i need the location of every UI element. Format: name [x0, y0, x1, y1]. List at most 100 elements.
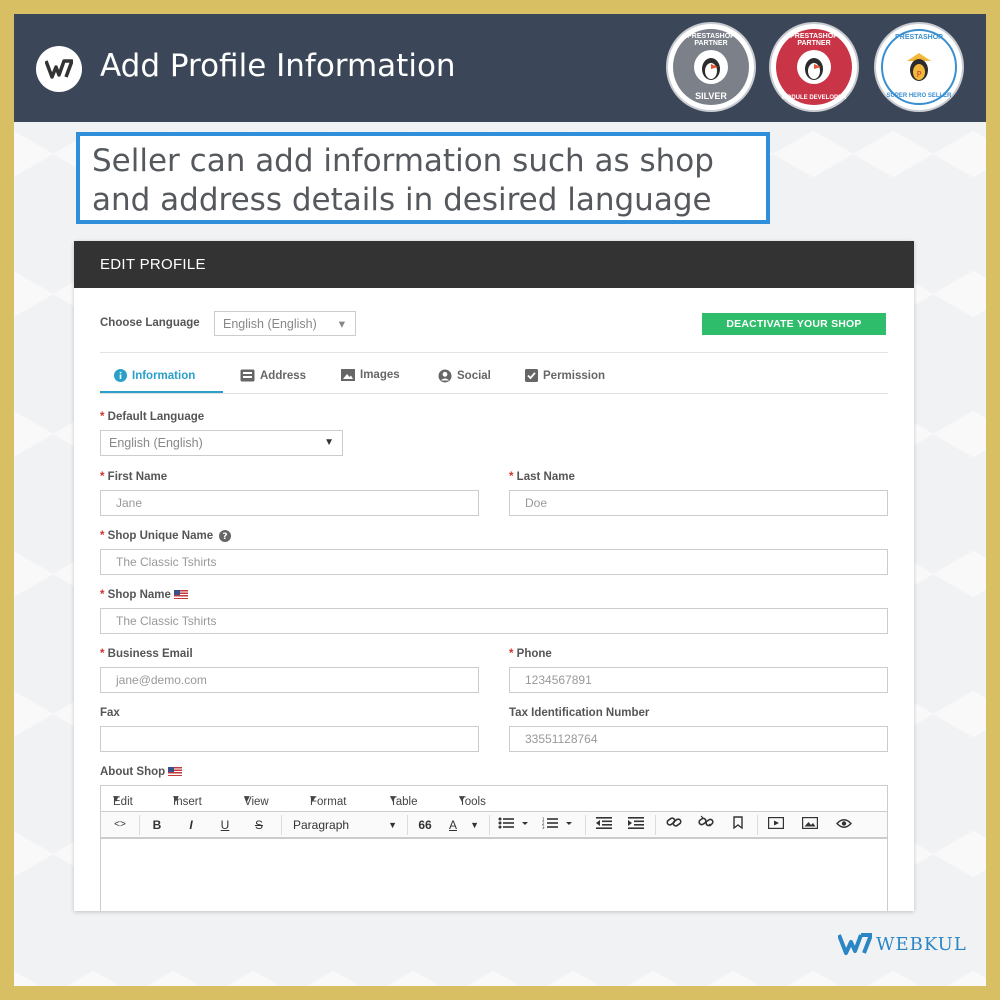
- blockquote-button[interactable]: 66: [413, 815, 437, 835]
- menu-tools[interactable]: Tools ▾: [459, 791, 486, 808]
- first-name-input[interactable]: Jane: [100, 490, 479, 516]
- paragraph-select[interactable]: Paragraph ▼: [287, 815, 401, 835]
- deactivate-shop-button[interactable]: DEACTIVATE YOUR SHOP: [702, 313, 886, 335]
- default-language-select[interactable]: English (English) ▼: [100, 430, 343, 456]
- numbered-list-icon: 123: [542, 817, 572, 830]
- bookmark-icon: [733, 816, 743, 830]
- insert-link-button[interactable]: [661, 815, 687, 835]
- unlink-icon: [698, 815, 714, 827]
- module-developer-badge: PRESTASHOP PARTNER MODULE DEVELOPER: [769, 22, 859, 112]
- business-email-input[interactable]: jane@demo.com: [100, 667, 479, 693]
- strikethrough-button[interactable]: S: [247, 815, 271, 835]
- tab-images[interactable]: Images: [341, 369, 400, 381]
- image-icon: [341, 369, 355, 381]
- business-email-label: * Business Email: [100, 648, 193, 660]
- image-icon: [801, 816, 819, 830]
- indent-icon: [628, 817, 644, 829]
- bold-button[interactable]: B: [145, 815, 169, 835]
- insert-image-button[interactable]: [797, 815, 823, 835]
- first-name-label: * First Name: [100, 471, 168, 483]
- svg-text:?: ?: [223, 532, 228, 542]
- phone-input[interactable]: 1234567891: [509, 667, 888, 693]
- check-square-icon: [525, 369, 538, 382]
- callout-box: Seller can add information such as shop …: [76, 132, 770, 224]
- choose-language-value: English (English): [223, 317, 317, 331]
- bullet-list-button[interactable]: [495, 815, 535, 835]
- toolbar-separator: [281, 815, 282, 835]
- user-circle-icon: [438, 369, 452, 383]
- menu-table[interactable]: Table ▾: [390, 791, 418, 808]
- fax-input[interactable]: [100, 726, 479, 752]
- svg-text:3: 3: [542, 825, 545, 829]
- info-icon: [114, 369, 127, 382]
- callout-line-1: Seller can add information such as shop: [92, 143, 714, 179]
- tab-label: Information: [132, 369, 196, 382]
- shop-name-input[interactable]: The Classic Tshirts: [100, 608, 888, 634]
- puffin-icon: [694, 50, 728, 84]
- page-title: Add Profile Information: [100, 48, 456, 84]
- menu-insert[interactable]: Insert ▾: [173, 791, 202, 808]
- help-icon[interactable]: ?: [219, 530, 232, 542]
- badge-bottom-text: SILVER: [695, 91, 727, 101]
- choose-language-label: Choose Language: [100, 317, 200, 329]
- edit-profile-panel: EDIT PROFILE Choose Language English (En…: [74, 241, 914, 911]
- webkul-footer-logo: WEBKUL: [838, 932, 967, 956]
- webkul-brand-text: WEBKUL: [876, 933, 967, 955]
- font-color-button[interactable]: A ▼: [441, 815, 483, 835]
- header-bar: Add Profile Information PRESTASHOP PARTN…: [14, 14, 986, 122]
- tab-address[interactable]: Address: [240, 369, 306, 382]
- editor-menubar: Edit ▾ Insert ▾ View ▾ Format ▾ Table ▾ …: [100, 785, 888, 811]
- last-name-input[interactable]: Doe: [509, 490, 888, 516]
- tab-label: Social: [457, 370, 491, 382]
- underline-button[interactable]: U: [213, 815, 237, 835]
- us-flag-icon[interactable]: [173, 590, 188, 600]
- shop-unique-name-input[interactable]: The Classic Tshirts: [100, 549, 888, 575]
- shop-unique-name-label: * Shop Unique Name ?: [100, 530, 232, 542]
- tab-label: Images: [360, 369, 400, 381]
- outdent-icon: [596, 817, 612, 829]
- source-code-button[interactable]: <>: [107, 815, 133, 835]
- address-card-icon: [240, 369, 255, 382]
- italic-button[interactable]: I: [179, 815, 203, 835]
- default-language-value: English (English): [109, 436, 203, 450]
- badge-top-text: PRESTASHOP PARTNER: [687, 33, 735, 47]
- shop-name-label: * Shop Name: [100, 589, 188, 601]
- menu-edit[interactable]: Edit ▾: [113, 791, 133, 808]
- badge-ring: PRESTASHOP PARTNER MODULE DEVELOPER: [776, 29, 852, 105]
- tab-social[interactable]: Social: [438, 369, 491, 383]
- bullet-list-icon: [498, 817, 528, 829]
- eye-icon: [836, 819, 852, 828]
- unlink-button[interactable]: [693, 815, 719, 835]
- numbered-list-button[interactable]: 123: [539, 815, 579, 835]
- badge-ring: PRESTASHOP PARTNER SILVER: [673, 29, 749, 105]
- menu-view[interactable]: View ▾: [244, 791, 269, 808]
- insert-media-button[interactable]: [763, 815, 789, 835]
- caret-down-icon: ▼: [324, 437, 334, 448]
- toolbar-separator: [489, 815, 490, 835]
- panel-title: EDIT PROFILE: [74, 241, 914, 288]
- about-shop-editor[interactable]: [100, 838, 888, 911]
- badge-top-text: PRESTASHOP: [895, 34, 943, 41]
- us-flag-icon[interactable]: [168, 767, 183, 777]
- page-frame: Add Profile Information PRESTASHOP PARTN…: [14, 14, 986, 986]
- indent-button[interactable]: [623, 815, 649, 835]
- phone-label: * Phone: [509, 648, 552, 660]
- fax-label: Fax: [100, 707, 120, 719]
- toolbar-separator: [139, 815, 140, 835]
- toolbar-separator: [585, 815, 586, 835]
- outdent-button[interactable]: [591, 815, 617, 835]
- preview-button[interactable]: [831, 815, 857, 835]
- divider: [100, 352, 888, 353]
- bookmark-button[interactable]: [725, 815, 751, 835]
- tab-permission[interactable]: Permission: [525, 369, 605, 382]
- menu-format[interactable]: Format ▾: [310, 791, 346, 808]
- toolbar-separator: [757, 815, 758, 835]
- caret-down-icon: ▾: [338, 317, 345, 331]
- choose-language-select[interactable]: English (English) ▾: [214, 311, 356, 336]
- badge-bottom-text: SUPER HERO SELLER: [886, 93, 952, 99]
- tax-id-input[interactable]: 33551128764: [509, 726, 888, 752]
- about-shop-label: About Shop: [100, 766, 183, 778]
- badge-bottom-text: MODULE DEVELOPER: [781, 95, 847, 101]
- silver-partner-badge: PRESTASHOP PARTNER SILVER: [666, 22, 756, 112]
- tab-information[interactable]: Information: [114, 369, 195, 382]
